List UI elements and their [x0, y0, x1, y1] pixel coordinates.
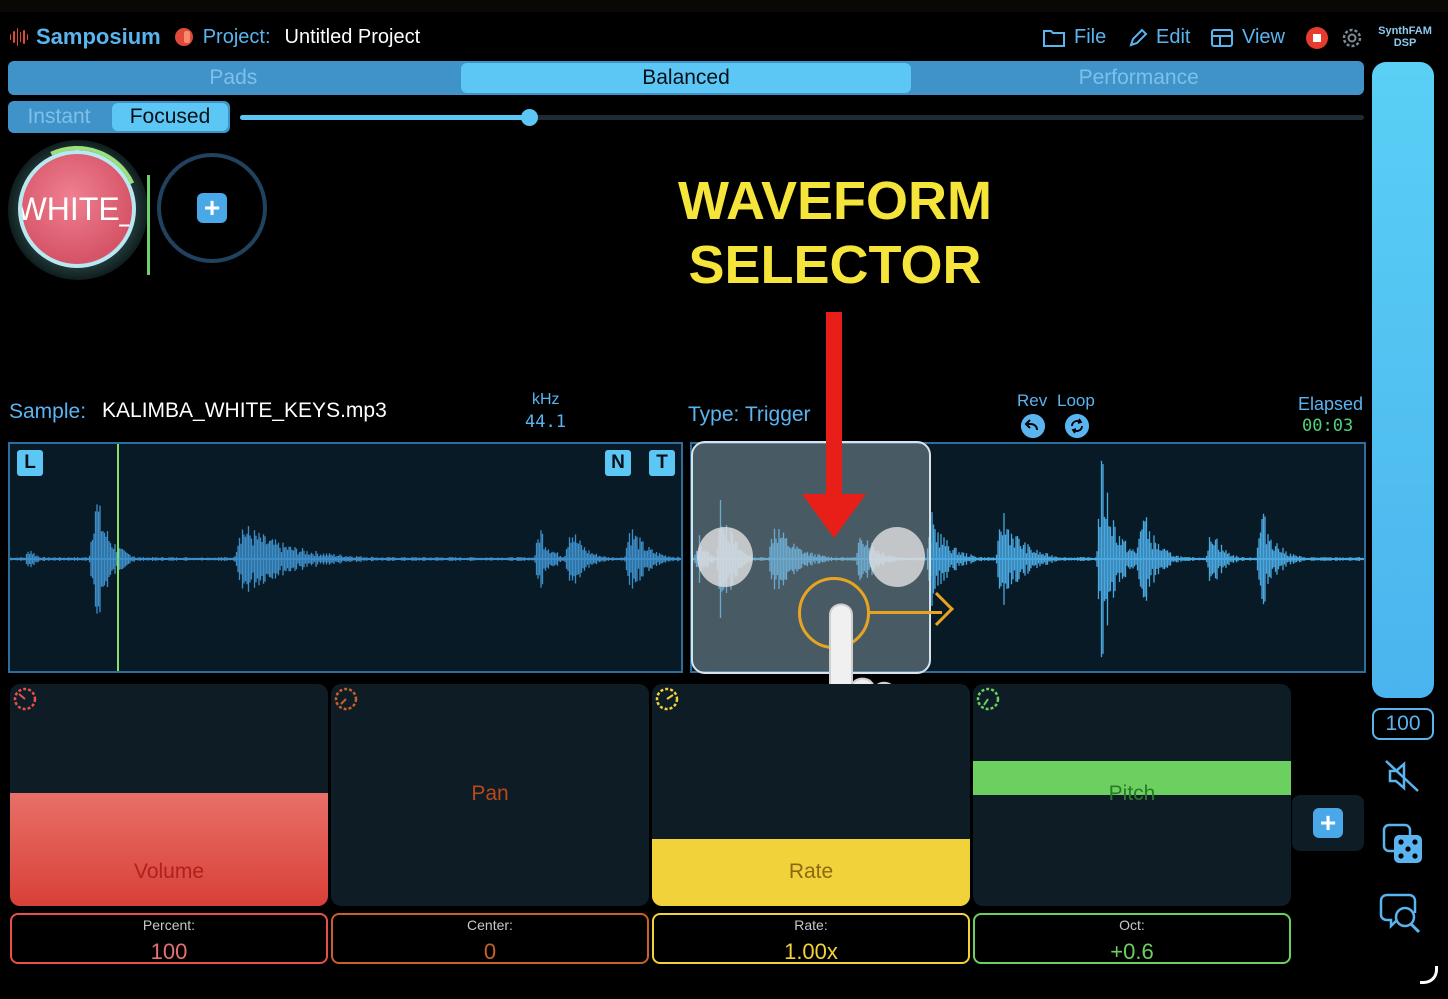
focus-slider-thumb[interactable] [521, 109, 538, 126]
badge-t[interactable]: T [649, 450, 675, 476]
annotation-line1: WAVEFORM [678, 171, 992, 231]
pan-value-box[interactable]: Center: 0 [331, 913, 649, 964]
reverse-icon[interactable] [1021, 414, 1045, 438]
pan-label: Pan [471, 782, 509, 805]
pan-value-label: Center: [467, 917, 513, 933]
annotation-arrow-head [802, 494, 866, 538]
pan-card[interactable]: Pan [331, 684, 649, 906]
elapsed-time: 00:03 [1302, 416, 1354, 436]
master-volume-slider[interactable] [1372, 62, 1434, 698]
focus-tabs: Instant Focused [8, 101, 230, 133]
badge-n[interactable]: N [605, 450, 631, 476]
pan-mod-gear-icon[interactable] [333, 686, 359, 712]
rate-value-label: Rate: [794, 917, 828, 933]
selector-start-handle[interactable] [697, 527, 753, 587]
pad-progress-arc [0, 128, 158, 290]
badge-l[interactable]: L [17, 450, 43, 476]
project-name[interactable]: Untitled Project [285, 26, 421, 49]
sample-label: Sample: [9, 400, 87, 423]
tab-pads[interactable]: Pads [8, 61, 459, 95]
elapsed-label: Elapsed [1298, 394, 1364, 414]
top-strip [0, 0, 1448, 12]
pitch-mod-gear-icon[interactable] [975, 686, 1001, 712]
stop-icon [1313, 34, 1321, 42]
playhead [117, 444, 119, 671]
reverse-label: Rev [1017, 391, 1048, 410]
pan-value: 0 [483, 939, 497, 964]
pitch-value: +0.6 [1110, 939, 1154, 964]
file-menu[interactable]: File [1042, 26, 1106, 49]
annotation-arrow [826, 312, 842, 500]
volume-level [10, 793, 328, 906]
pitch-card[interactable]: Pitch [973, 684, 1291, 906]
loop-label: Loop [1057, 391, 1095, 410]
app-name: Samposium [36, 24, 161, 49]
focus-slider-fill [240, 115, 530, 120]
plus-icon: + [1313, 808, 1343, 838]
pitch-label: Pitch [1108, 782, 1156, 805]
settings-gear-icon[interactable] [1340, 26, 1364, 50]
sample-rate-value: 44.1 [525, 412, 566, 432]
pitch-value-label: Oct: [1119, 917, 1145, 933]
sample-waveform[interactable]: L N T [8, 442, 683, 673]
dsp-logo: SynthFAM DSP [1372, 25, 1438, 49]
edit-menu[interactable]: Edit [1128, 26, 1190, 49]
volume-mod-gear-icon[interactable] [12, 686, 38, 712]
volume-value-box[interactable]: Percent: 100 [10, 913, 328, 964]
volume-value: 100 [150, 939, 188, 964]
project-label: Project: [202, 25, 271, 48]
rate-label: Rate [788, 860, 834, 883]
dsp-logo-line2: DSP [1393, 37, 1417, 49]
app-brand: Samposium Project: Untitled Project [10, 24, 420, 50]
project-status-icon [174, 28, 193, 46]
dice-randomize-icon[interactable] [1382, 823, 1424, 865]
pitch-value-box[interactable]: Oct: +0.6 [973, 913, 1291, 964]
tab-focused[interactable]: Focused [112, 103, 228, 131]
volume-card[interactable]: Volume [10, 684, 328, 906]
tab-instant[interactable]: Instant [8, 101, 110, 133]
loading-spinner-icon [1420, 966, 1438, 984]
volume-label: Volume [133, 860, 205, 883]
folder-icon [1043, 29, 1065, 47]
loop-icon[interactable] [1065, 414, 1089, 438]
annotation-line2: SELECTOR [688, 235, 982, 295]
add-parameter-button[interactable]: + [1292, 795, 1364, 851]
dsp-logo-line1: SynthFAM [1378, 25, 1432, 37]
pad-level-meter [147, 175, 150, 275]
waveform-logo-icon [10, 28, 28, 46]
layout-icon [1211, 28, 1233, 47]
trigger-type[interactable]: Type: Trigger [688, 403, 811, 427]
mode-tabs: Pads Balanced Performance [8, 61, 1364, 95]
search-sample-icon[interactable] [1377, 893, 1425, 935]
sample-rate-label: kHz [532, 391, 560, 408]
tab-performance[interactable]: Performance [913, 61, 1364, 95]
selector-end-handle[interactable] [869, 527, 925, 587]
rate-card[interactable]: Rate [652, 684, 970, 906]
view-menu-label: View [1242, 26, 1285, 48]
sample-file-name[interactable]: KALIMBA_WHITE_KEYS.mp3 [102, 399, 387, 423]
volume-value-label: Percent: [142, 917, 196, 933]
view-menu[interactable]: View [1210, 26, 1285, 49]
rate-value: 1.00x [784, 939, 838, 964]
add-pad-button[interactable]: + [157, 153, 267, 263]
rate-mod-gear-icon[interactable] [654, 686, 680, 712]
tab-balanced[interactable]: Balanced [460, 63, 912, 93]
rate-value-box[interactable]: Rate: 1.00x [652, 913, 970, 964]
master-volume-value[interactable]: 100 [1372, 708, 1434, 740]
mute-speaker-icon[interactable] [1382, 757, 1422, 795]
record-stop-button[interactable] [1306, 27, 1328, 49]
file-menu-label: File [1074, 26, 1107, 48]
plus-icon: + [197, 193, 227, 223]
edit-menu-label: Edit [1156, 26, 1191, 48]
pencil-icon [1129, 28, 1148, 47]
waveform-graphic [10, 504, 681, 614]
